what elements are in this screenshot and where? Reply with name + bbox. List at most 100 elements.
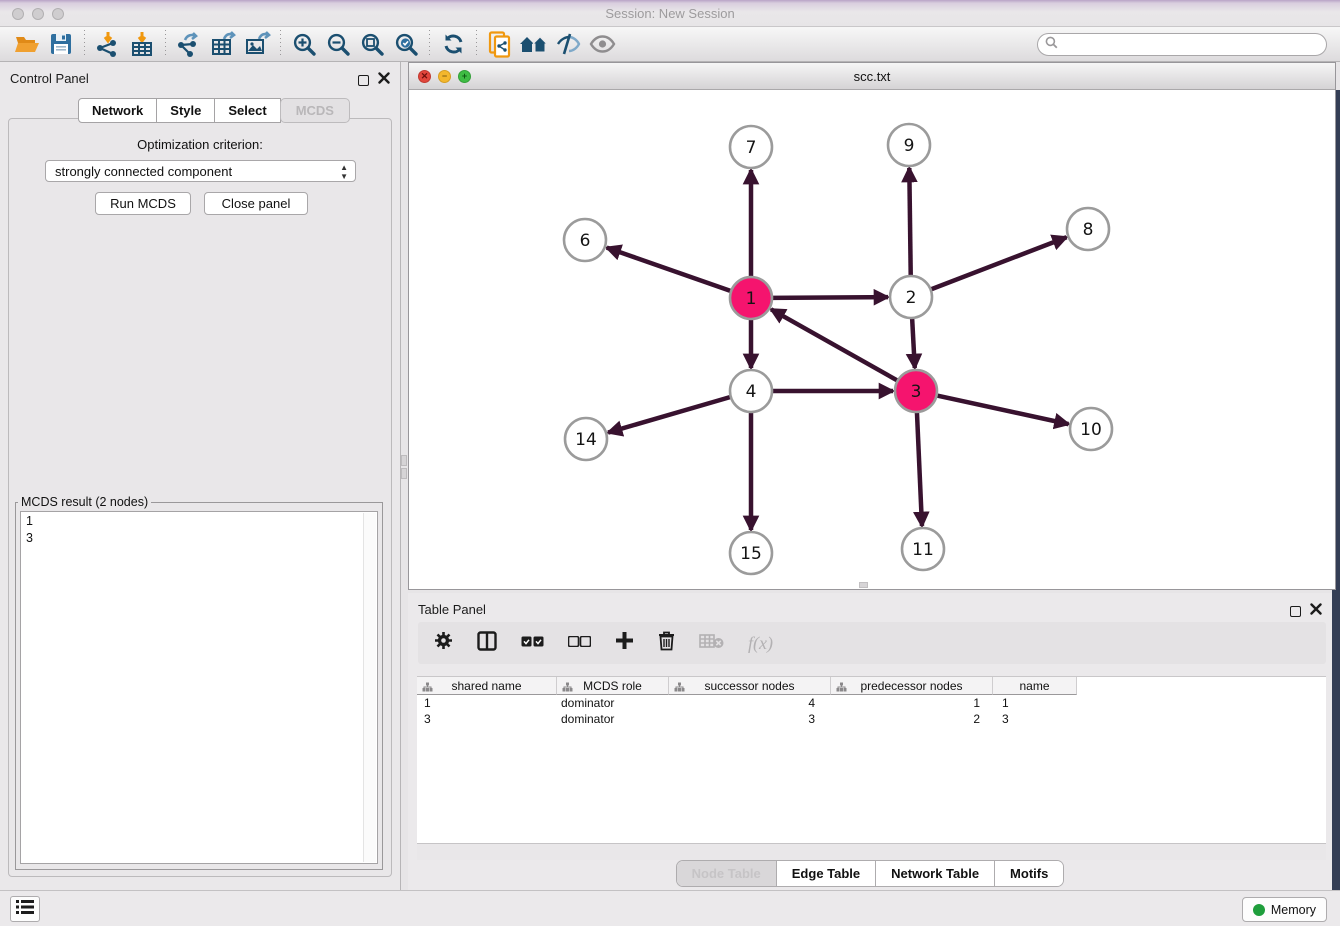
table-cell[interactable]: 3	[417, 711, 557, 727]
edge-2-3[interactable]	[912, 318, 915, 368]
app-titlebar: Session: New Session	[0, 0, 1340, 27]
tab-edge-table[interactable]: Edge Table	[777, 861, 876, 886]
export-network-button[interactable]	[172, 29, 206, 59]
memory-label: Memory	[1271, 903, 1316, 917]
splitter-handle[interactable]	[401, 455, 407, 466]
open-session-button[interactable]	[10, 29, 44, 59]
column-header-shared-name[interactable]: shared name	[417, 677, 557, 695]
tab-node-table[interactable]: Node Table	[677, 861, 777, 886]
node-8[interactable]: 8	[1067, 208, 1109, 250]
run-mcds-button[interactable]: Run MCDS	[95, 192, 191, 215]
import-table-button[interactable]	[125, 29, 159, 59]
save-session-button[interactable]	[44, 29, 78, 59]
show-column-pane-button[interactable]	[477, 631, 497, 656]
table-cell[interactable]: 3	[669, 711, 831, 727]
delete-table-button[interactable]	[699, 633, 724, 654]
close-panel-icon[interactable]	[378, 71, 390, 89]
edge-3-1[interactable]	[771, 309, 898, 380]
show-all-button[interactable]	[585, 29, 619, 59]
network-window-titlebar[interactable]: ✕ − + scc.txt	[409, 63, 1335, 90]
import-network-button[interactable]	[91, 29, 125, 59]
edge-3-10[interactable]	[937, 395, 1069, 424]
node-1[interactable]: 1	[730, 277, 772, 319]
hide-selected-button[interactable]	[551, 29, 585, 59]
network-canvas[interactable]: 7 9 6 8 1 2 4 3 14 10 15 11	[409, 90, 1335, 589]
node-14[interactable]: 14	[565, 418, 607, 460]
result-scrollbar[interactable]	[363, 513, 376, 862]
float-panel-icon[interactable]	[1290, 606, 1301, 617]
gear-icon	[434, 631, 453, 655]
column-header-name[interactable]: name	[993, 677, 1077, 695]
tab-network[interactable]: Network	[78, 98, 157, 123]
export-image-button[interactable]	[240, 29, 274, 59]
table-cell[interactable]: 1	[993, 695, 1077, 711]
table-row[interactable]: 1dominator411	[417, 695, 1326, 711]
node-2[interactable]: 2	[890, 276, 932, 318]
mcds-result-textarea[interactable]: 1 3	[20, 511, 378, 864]
memory-button[interactable]: Memory	[1242, 897, 1327, 922]
table-cell[interactable]: 1	[831, 695, 993, 711]
column-header-successor-nodes[interactable]: successor nodes	[669, 677, 831, 695]
function-builder-button[interactable]: f(x)	[748, 633, 773, 654]
node-11[interactable]: 11	[902, 528, 944, 570]
column-header-predecessor-nodes[interactable]: predecessor nodes	[831, 677, 993, 695]
splitter-handle[interactable]	[401, 468, 407, 479]
mcds-result-group: MCDS result (2 nodes) 1 3	[15, 495, 383, 870]
zoom-in-button[interactable]	[287, 29, 321, 59]
node-7[interactable]: 7	[730, 126, 772, 168]
first-neighbors-button[interactable]	[517, 29, 551, 59]
edge-1-6[interactable]	[607, 248, 731, 291]
edge-2-9[interactable]	[909, 168, 910, 276]
close-panel-button[interactable]: Close panel	[204, 192, 308, 215]
edge-2-8[interactable]	[931, 237, 1067, 289]
toolbar-separator	[165, 30, 166, 58]
table-cell[interactable]: 2	[831, 711, 993, 727]
zoom-fit-button[interactable]	[355, 29, 389, 59]
edge-3-11[interactable]	[917, 412, 922, 526]
tab-motifs[interactable]: Motifs	[995, 861, 1063, 886]
node-4[interactable]: 4	[730, 370, 772, 412]
node-9[interactable]: 9	[888, 124, 930, 166]
criterion-select[interactable]: strongly connected component ▲▼	[45, 160, 356, 182]
table-cell[interactable]: 4	[669, 695, 831, 711]
edge-4-14[interactable]	[608, 397, 731, 433]
node-3[interactable]: 3	[895, 370, 937, 412]
zoom-selected-icon	[394, 32, 419, 57]
zoom-selected-button[interactable]	[389, 29, 423, 59]
column-header-mcds-role[interactable]: MCDS role	[557, 677, 669, 695]
table-settings-button[interactable]	[434, 631, 453, 655]
select-all-columns-button[interactable]	[521, 634, 544, 652]
tab-select[interactable]: Select	[214, 98, 280, 123]
node-15[interactable]: 15	[730, 532, 772, 574]
search-box[interactable]	[1037, 33, 1327, 56]
network-hscroll-thumb[interactable]	[859, 582, 868, 588]
svg-text:4: 4	[746, 382, 757, 402]
edge-1-2[interactable]	[772, 297, 888, 298]
tab-mcds[interactable]: MCDS	[280, 98, 350, 123]
table-header: shared name MCDS role successor nodes pr…	[417, 676, 1326, 695]
zoom-out-button[interactable]	[321, 29, 355, 59]
table-cell[interactable]: dominator	[557, 695, 669, 711]
close-panel-icon[interactable]	[1310, 602, 1322, 620]
float-panel-icon[interactable]	[358, 75, 369, 86]
svg-text:14: 14	[575, 430, 597, 450]
table-cell[interactable]: dominator	[557, 711, 669, 727]
create-column-button[interactable]	[615, 631, 634, 655]
table-hscrollbar[interactable]	[417, 843, 1326, 860]
table-cell[interactable]: 1	[417, 695, 557, 711]
mcds-panel: Optimization criterion: strongly connect…	[8, 118, 392, 877]
node-6[interactable]: 6	[564, 219, 606, 261]
tab-style[interactable]: Style	[156, 98, 215, 123]
task-history-button[interactable]	[10, 896, 40, 922]
table-row[interactable]: 3dominator323	[417, 711, 1326, 727]
export-table-icon	[210, 31, 237, 57]
search-input[interactable]	[1062, 38, 1326, 52]
unselect-all-columns-button[interactable]	[568, 634, 591, 652]
node-10[interactable]: 10	[1070, 408, 1112, 450]
delete-column-button[interactable]	[658, 631, 675, 656]
export-table-button[interactable]	[206, 29, 240, 59]
table-cell[interactable]: 3	[993, 711, 1077, 727]
refresh-view-button[interactable]	[436, 29, 470, 59]
copy-network-button[interactable]	[483, 29, 517, 59]
tab-network-table[interactable]: Network Table	[876, 861, 995, 886]
